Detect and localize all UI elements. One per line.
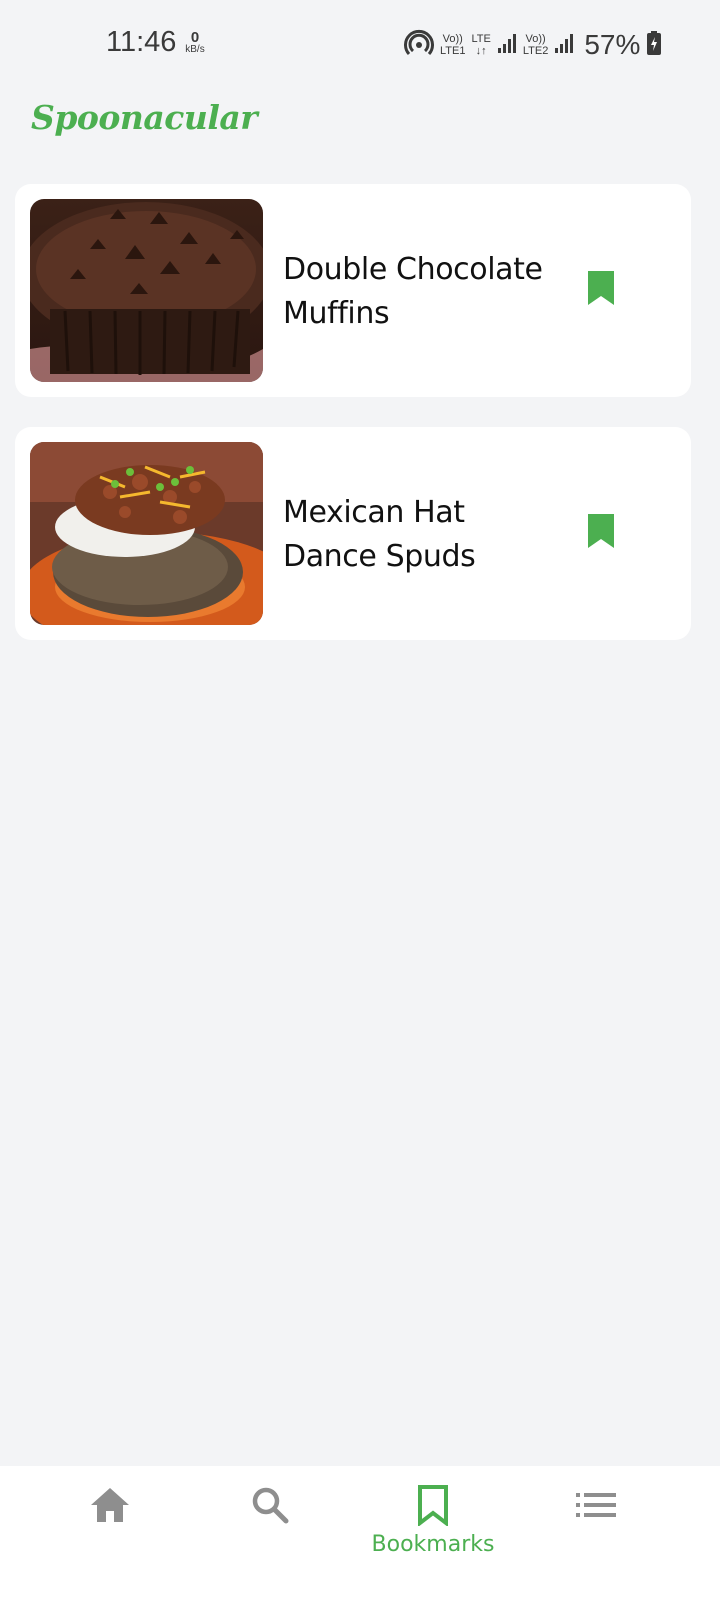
sim2-volte-tag: Vo)) LTE2 [523, 33, 548, 57]
sim1-volte-tag: Vo)) LTE1 [440, 33, 465, 57]
sim1-tag-bottom: LTE1 [440, 45, 466, 57]
nav-list[interactable] [516, 1466, 676, 1566]
list-icon [576, 1484, 616, 1526]
recipe-title-line1: Mexican Hat [283, 495, 465, 530]
recipe-title-line2: Dance Spuds [283, 539, 476, 574]
nav-home[interactable] [30, 1466, 190, 1566]
recipe-title-line2: Muffins [283, 296, 390, 331]
bookmark-toggle-button[interactable] [583, 513, 619, 553]
bookmark-icon [417, 1484, 449, 1526]
nav-search[interactable] [190, 1466, 350, 1566]
bookmark-toggle-button[interactable] [583, 270, 619, 310]
bookmark-filled-icon [587, 513, 615, 553]
sim2-tag-bottom: LTE2 [522, 45, 549, 57]
recipe-image-baked-potato [30, 442, 263, 625]
home-icon [89, 1484, 131, 1526]
data-type-tag: LTE ↓↑ [471, 33, 490, 57]
status-time: 11:46 [106, 26, 177, 58]
signal-icon [497, 32, 517, 58]
nav-bookmarks[interactable]: Bookmarks [353, 1466, 513, 1566]
data-tag-top: LTE [471, 33, 491, 45]
network-speed-unit: kB/s [185, 44, 205, 55]
network-speed-value: 0 [190, 29, 200, 46]
bottom-navigation: Bookmarks [0, 1466, 720, 1600]
recipe-title[interactable]: Mexican Hat Dance Spuds [283, 491, 573, 579]
status-bar: 11:46 0 kB/s Vo)) LTE1 LTE ↓↑ Vo)) LTE2 … [0, 0, 720, 88]
nav-bookmarks-label: Bookmarks [371, 1532, 495, 1557]
app-title: Spoonacular [31, 98, 258, 137]
battery-percent: 57% [584, 29, 641, 60]
data-tag-bottom: ↓↑ [475, 45, 487, 57]
status-indicators: Vo)) LTE1 LTE ↓↑ Vo)) LTE2 57% [404, 28, 662, 62]
recipe-image-chocolate-muffin [30, 199, 263, 382]
battery-charging-icon [646, 30, 662, 60]
recipe-card[interactable]: Mexican Hat Dance Spuds [15, 427, 691, 640]
hotspot-icon [404, 28, 434, 62]
sim1-tag-top: Vo)) [442, 33, 463, 45]
recipe-title-line1: Double Chocolate [283, 252, 543, 287]
sim2-tag-top: Vo)) [525, 33, 546, 45]
bookmark-filled-icon [587, 270, 615, 310]
recipe-title[interactable]: Double Chocolate Muffins [283, 248, 573, 336]
search-icon [250, 1484, 290, 1526]
signal-icon [554, 32, 574, 58]
network-speed: 0 kB/s [183, 30, 207, 55]
recipe-card[interactable]: Double Chocolate Muffins [15, 184, 691, 397]
